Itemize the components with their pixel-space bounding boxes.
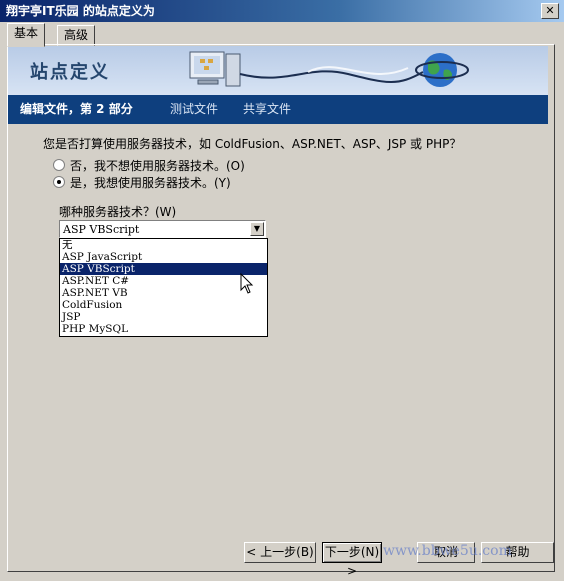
option-aspnet-csharp[interactable]: ASP.NET C# — [60, 275, 267, 287]
option-jsp[interactable]: JSP — [60, 311, 267, 323]
option-coldfusion[interactable]: ColdFusion — [60, 299, 267, 311]
radio-yes-server-tech[interactable]: 是，我想使用服务器技术。(Y) — [53, 175, 231, 191]
option-asp-vbscript[interactable]: ASP VBScript — [60, 263, 267, 275]
window-titlebar: 翔宇亭IT乐园 的站点定义为 ✕ — [0, 0, 564, 22]
next-button[interactable]: 下一步(N) > — [322, 542, 382, 578]
radio-button-icon[interactable] — [53, 159, 65, 171]
mouse-pointer-icon — [240, 273, 254, 294]
step-test-files[interactable]: 测试文件 — [170, 95, 218, 124]
select-value: ASP VBScript — [63, 223, 140, 236]
option-asp-javascript[interactable]: ASP JavaScript — [60, 251, 267, 263]
radio-no-server-tech[interactable]: 否，我不想使用服务器技术。(O) — [53, 158, 245, 174]
back-button[interactable]: < 上一步(B) — [244, 542, 316, 563]
radio-no-label: 否，我不想使用服务器技术。(O) — [70, 159, 245, 173]
window-title: 翔宇亭IT乐园 的站点定义为 — [6, 4, 155, 18]
close-button[interactable]: ✕ — [541, 3, 559, 19]
step-current: 编辑文件，第 2 部分 — [20, 102, 133, 116]
server-tech-select[interactable]: ASP VBScript ▼ — [59, 220, 266, 238]
radio-yes-label: 是，我想使用服务器技术。(Y) — [70, 176, 231, 190]
server-tech-question: 您是否打算使用服务器技术，如 ColdFusion、ASP.NET、ASP、JS… — [43, 137, 462, 151]
option-aspnet-vb[interactable]: ASP.NET VB — [60, 287, 267, 299]
option-php-mysql[interactable]: PHP MySQL — [60, 323, 267, 335]
watermark-text: www.bbwe5u.com — [383, 543, 512, 559]
radio-button-checked-icon[interactable] — [53, 176, 65, 188]
option-none[interactable]: 无 — [60, 239, 267, 251]
server-tech-options: 无 ASP JavaScript ASP VBScript ASP.NET C#… — [59, 238, 268, 337]
tab-basic[interactable]: 基本 — [7, 23, 46, 47]
wizard-steps: 编辑文件，第 2 部分 测试文件 共享文件 — [8, 95, 548, 124]
server-tech-label: 哪种服务器技术？(W) — [59, 205, 177, 219]
step-share-files[interactable]: 共享文件 — [243, 95, 291, 124]
tab-advanced[interactable]: 高级 — [57, 25, 96, 46]
wizard-banner: 站点定义 — [8, 46, 548, 95]
dropdown-arrow-icon[interactable]: ▼ — [250, 222, 264, 236]
network-illustration-icon — [189, 51, 469, 87]
